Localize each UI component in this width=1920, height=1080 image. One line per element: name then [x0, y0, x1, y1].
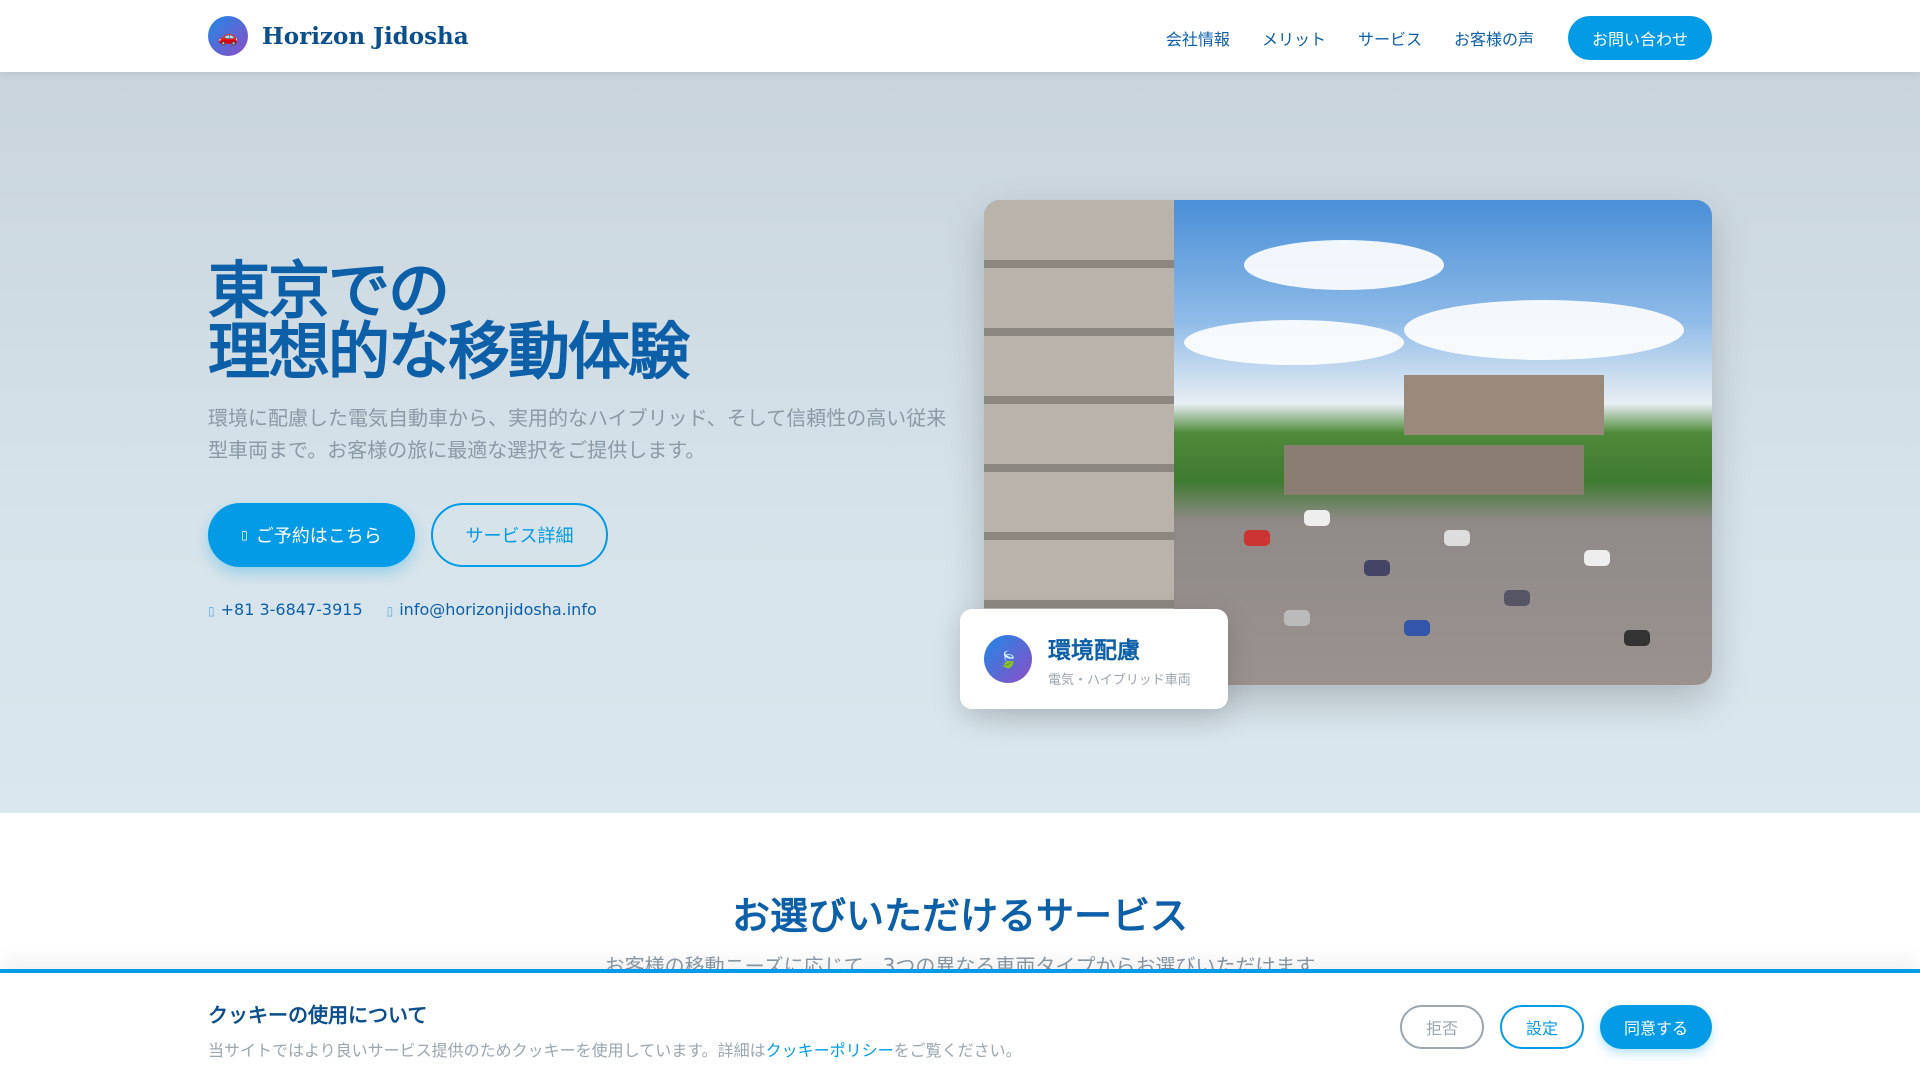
brand-name: Horizon Jidosha	[262, 22, 469, 50]
eco-card: 🍃 環境配慮 電気・ハイブリッド車両	[960, 609, 1228, 709]
mail-icon: ▯	[386, 604, 394, 618]
reject-button[interactable]: 拒否	[1399, 1005, 1484, 1049]
service-details-button[interactable]: サービス詳細	[431, 503, 608, 567]
hero-title: 東京での 理想的な移動体験	[208, 260, 690, 383]
contact-button[interactable]: お問い合わせ	[1567, 16, 1712, 60]
cookie-banner: クッキーの使用について 当サイトではより良いサービス提供のためクッキーを使用して…	[0, 969, 1920, 1080]
accept-button[interactable]: 同意する	[1599, 1005, 1712, 1049]
contact-info: ▯ +81 3-6847-3915 ▯ info@horizonjidosha.in…	[208, 600, 597, 619]
email-text: info@horizonjidosha.info	[399, 600, 597, 619]
card-title: 環境配慮	[1048, 637, 1140, 664]
cookie-text-before: 当サイトではより良いサービス提供のためクッキーを使用しています。詳細は	[208, 1041, 766, 1060]
hero: 東京での 理想的な移動体験 環境に配慮した電気自動車から、実用的なハイブリッド、そ…	[0, 72, 1920, 813]
leaf-icon: 🍃	[984, 635, 1032, 683]
header: 🚗 Horizon Jidosha 会社情報 メリット サービス お客様の声 お…	[0, 0, 1920, 72]
reserve-label: ご予約はこちら	[255, 526, 382, 547]
car-icon: 🚗	[208, 16, 248, 56]
phone-icon: ▯	[208, 604, 215, 618]
nav-services[interactable]: サービス	[1358, 26, 1422, 50]
settings-button[interactable]: 設定	[1499, 1005, 1584, 1049]
cookie-title: クッキーの使用について	[208, 1003, 428, 1027]
cookie-text: 当サイトではより良いサービス提供のためクッキーを使用しています。詳細はクッキーポ…	[208, 1037, 1022, 1061]
reserve-button[interactable]: ▯ ご予約はこちら	[208, 503, 415, 567]
main-nav: 会社情報 メリット サービス お客様の声 お問い合わせ	[1166, 16, 1712, 60]
hero-title-line2: 理想的な移動体験	[208, 315, 690, 388]
services-title: お選びいただけるサービス	[731, 894, 1188, 938]
phone-text: +81 3-6847-3915	[220, 600, 363, 619]
nav-company[interactable]: 会社情報	[1166, 26, 1230, 50]
phone-link[interactable]: ▯ +81 3-6847-3915	[208, 600, 363, 619]
cookie-policy-link[interactable]: クッキーポリシー	[766, 1041, 894, 1060]
nav-merits[interactable]: メリット	[1262, 26, 1326, 50]
calendar-icon: ▯	[241, 528, 248, 542]
hero-lead: 環境に配慮した電気自動車から、実用的なハイブリッド、そして信頼性の高い従来型車両…	[208, 406, 947, 462]
nav-testimonials[interactable]: お客様の声	[1454, 26, 1534, 50]
card-subtitle: 電気・ハイブリッド車両	[1048, 672, 1191, 688]
logo[interactable]: 🚗 Horizon Jidosha	[208, 16, 469, 56]
email-link[interactable]: ▯ info@horizonjidosha.info	[387, 600, 597, 619]
cookie-text-after: をご覧ください。	[893, 1041, 1022, 1060]
